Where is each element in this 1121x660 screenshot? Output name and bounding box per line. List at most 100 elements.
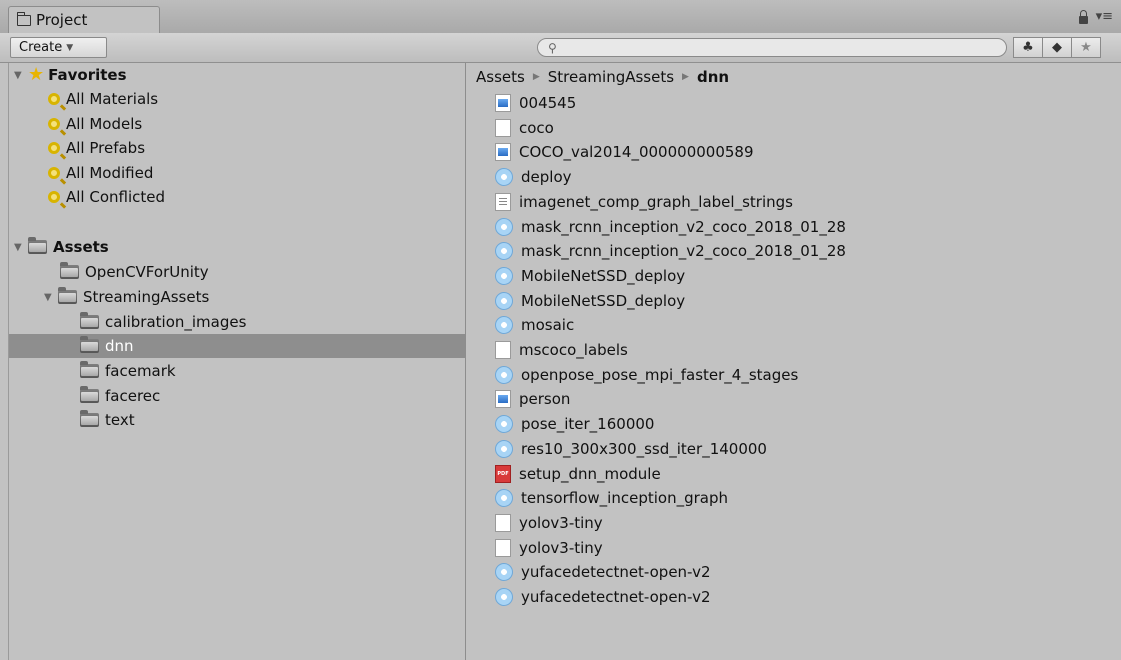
favorites-item-label: All Modified (66, 164, 154, 182)
file-item[interactable]: mosaic (495, 313, 574, 337)
file-item[interactable]: imagenet_comp_graph_label_strings (495, 190, 793, 214)
asset-file-icon (495, 168, 513, 187)
file-name: 004545 (519, 94, 577, 112)
file-name: MobileNetSSD_deploy (521, 291, 686, 310)
file-item[interactable]: coco (495, 116, 554, 140)
file-item[interactable]: MobileNetSSD_deploy (495, 289, 685, 313)
asset-file-icon (495, 563, 513, 582)
create-button[interactable]: Create ▼ (10, 37, 107, 58)
favorites-item-all-models[interactable]: All Models (48, 112, 142, 136)
tab-project[interactable]: Project (8, 6, 160, 33)
lock-icon[interactable] (1078, 9, 1088, 24)
tree-item-facerec[interactable]: facerec (80, 384, 160, 408)
file-item[interactable]: res10_300x300_ssd_iter_140000 (495, 437, 767, 461)
asset-file-icon (495, 266, 513, 285)
expand-arrow-icon[interactable]: ▼ (44, 292, 58, 303)
breadcrumb-separator-icon: ▶ (682, 72, 689, 82)
file-item[interactable]: person (495, 387, 570, 411)
file-name: yolov3-tiny (519, 513, 603, 532)
file-item[interactable]: 004545 (495, 91, 576, 115)
tab-title: Project (36, 11, 88, 29)
file-item[interactable]: mask_rcnn_inception_v2_coco_2018_01_28 (495, 239, 846, 263)
favorites-item-all-prefabs[interactable]: All Prefabs (48, 136, 145, 160)
file-item[interactable]: deploy (495, 165, 572, 189)
file-name: pose_iter_160000 (521, 415, 655, 434)
file-name: person (519, 390, 571, 409)
asset-file-icon (495, 242, 513, 261)
file-name: mscoco_labels (519, 341, 628, 359)
favorites-item-label: All Conflicted (66, 188, 166, 206)
file-name: deploy (521, 168, 572, 187)
file-item[interactable]: yolov3-tiny (495, 511, 603, 535)
asset-file-icon (495, 291, 513, 310)
asset-file-icon (495, 489, 513, 508)
breadcrumb-streamingassets[interactable]: StreamingAssets (548, 68, 674, 86)
folder-icon (80, 410, 99, 427)
file-item[interactable]: yufacedetectnet-open-v2 (495, 585, 711, 609)
tree-item-text[interactable]: text (80, 408, 135, 432)
tree-item-label: text (105, 411, 135, 429)
folder-icon (60, 262, 79, 279)
breadcrumb-dnn[interactable]: dnn (697, 68, 729, 86)
file-name: coco (519, 118, 554, 137)
favorites-label: Favorites (48, 66, 127, 84)
file-name: openpose_pose_mpi_faster_4_stages (521, 365, 799, 384)
tree-favorites[interactable]: ▼ ★ Favorites (14, 63, 127, 87)
file-name: yufacedetectnet-open-v2 (521, 588, 711, 606)
file-item[interactable]: yolov3-tiny (495, 536, 603, 560)
file-name: mask_rcnn_inception_v2_coco_2018_01_28 (521, 217, 846, 236)
asset-file-icon (495, 439, 513, 458)
tree-item-label: calibration_images (105, 313, 247, 331)
search-field[interactable]: ⚲ (537, 38, 1007, 57)
favorites-item-all-materials[interactable]: All Materials (48, 87, 158, 111)
file-name: mask_rcnn_inception_v2_coco_2018_01_28 (521, 242, 846, 261)
tree-item-opencvforunity[interactable]: OpenCVForUnity (60, 260, 209, 284)
file-item[interactable]: tensorflow_inception_graph (495, 486, 728, 510)
chevron-down-icon: ▼ (66, 42, 74, 53)
tree-item-calibration-images[interactable]: calibration_images (80, 310, 246, 334)
window-tab-bar: Project ▾≡ (0, 0, 1121, 33)
file-item[interactable]: yufacedetectnet-open-v2 (495, 560, 711, 584)
favorites-item-label: All Models (66, 115, 143, 133)
file-name: tensorflow_inception_graph (521, 489, 728, 508)
favorites-item-all-conflicted[interactable]: All Conflicted (48, 185, 165, 209)
tree-item-facemark[interactable]: facemark (80, 359, 176, 383)
filter-by-label-icon[interactable]: ◆ (1042, 37, 1072, 58)
file-name: COCO_val2014_000000000589 (519, 143, 754, 162)
favorites-item-label: All Prefabs (66, 139, 146, 157)
tree-item-label: OpenCVForUnity (85, 263, 209, 281)
folder-icon (80, 386, 99, 403)
image-file-icon (495, 143, 511, 162)
file-item[interactable]: mask_rcnn_inception_v2_coco_2018_01_28 (495, 215, 846, 239)
filter-by-type-icon[interactable]: ♣ (1013, 37, 1043, 58)
menu-icon[interactable]: ▾≡ (1096, 9, 1113, 24)
tree-item-streamingassets[interactable]: ▼ StreamingAssets (44, 285, 209, 309)
tree-assets[interactable]: ▼ Assets (14, 235, 109, 259)
image-file-icon (495, 94, 511, 112)
folder-icon (58, 287, 77, 304)
file-name: yolov3-tiny (519, 538, 603, 557)
file-name: setup_dnn_module (519, 464, 661, 483)
tree-item-dnn[interactable]: dnn (9, 334, 465, 358)
file-item[interactable]: COCO_val2014_000000000589 (495, 140, 754, 164)
folder-icon (80, 361, 99, 378)
blank-file-icon (495, 538, 511, 557)
favorites-item-all-modified[interactable]: All Modified (48, 161, 153, 185)
file-name: res10_300x300_ssd_iter_140000 (521, 439, 767, 458)
breadcrumb-assets[interactable]: Assets (476, 68, 525, 86)
search-icon (48, 142, 60, 154)
search-input[interactable] (562, 39, 1006, 56)
tree-item-label: StreamingAssets (83, 288, 210, 306)
file-item[interactable]: mscoco_labels (495, 338, 628, 362)
file-item[interactable]: pose_iter_160000 (495, 412, 654, 436)
panel-edge (8, 63, 9, 660)
favorite-star-icon[interactable]: ★ (1071, 37, 1101, 58)
expand-arrow-icon[interactable]: ▼ (14, 70, 28, 81)
file-name: yufacedetectnet-open-v2 (521, 563, 711, 582)
expand-arrow-icon[interactable]: ▼ (14, 242, 28, 253)
file-item[interactable]: openpose_pose_mpi_faster_4_stages (495, 363, 798, 387)
asset-file-icon (495, 415, 513, 434)
file-item[interactable]: setup_dnn_module (495, 462, 661, 486)
file-item[interactable]: MobileNetSSD_deploy (495, 264, 685, 288)
asset-file-icon (495, 365, 513, 384)
